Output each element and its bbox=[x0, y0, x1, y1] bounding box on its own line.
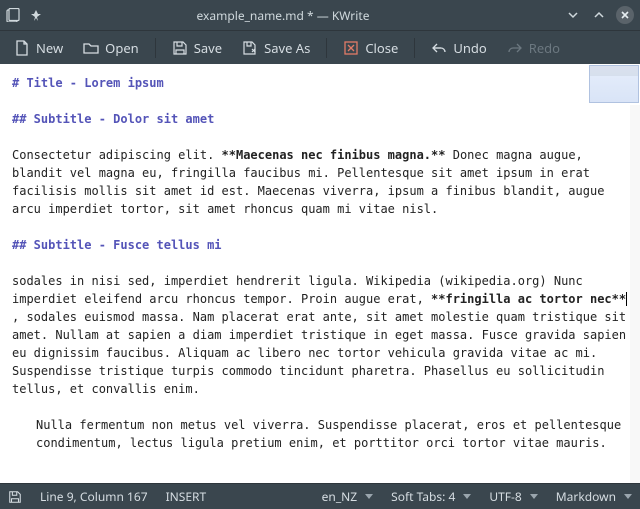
heading-2: ## Subtitle - Dolor sit amet bbox=[12, 112, 214, 126]
toolbar: New Open Save Save As Close bbox=[0, 30, 640, 64]
statusbar: Line 9, Column 167 INSERT en_NZ Soft Tab… bbox=[0, 483, 640, 509]
locale-selector[interactable]: en_NZ bbox=[322, 488, 374, 505]
paragraph-text: Consectetur adipiscing elit. bbox=[12, 148, 222, 162]
open-button[interactable]: Open bbox=[75, 35, 147, 61]
toolbar-separator bbox=[326, 38, 327, 58]
paragraph-text: , sodales euismod massa. Nam placerat er… bbox=[12, 310, 633, 396]
bold-text: fringilla ac tortor nec bbox=[445, 292, 611, 306]
maximize-icon[interactable] bbox=[590, 6, 608, 24]
app-window: example_name.md * — KWrite New Open bbox=[0, 0, 640, 509]
minimap[interactable] bbox=[589, 65, 639, 103]
undo-button[interactable]: Undo bbox=[423, 35, 494, 61]
toolbar-separator bbox=[414, 38, 415, 58]
redo-button[interactable]: Redo bbox=[499, 35, 568, 61]
toolbar-label: Save bbox=[194, 39, 222, 57]
toolbar-label: Open bbox=[105, 39, 139, 57]
editor[interactable]: # Title - Lorem ipsum ## Subtitle - Dolo… bbox=[0, 64, 640, 483]
bold-text: Maecenas nec finibus magna. bbox=[236, 148, 431, 162]
cursor-position[interactable]: Line 9, Column 167 bbox=[40, 488, 148, 505]
encoding-selector[interactable]: UTF-8 bbox=[489, 488, 537, 505]
pin-icon[interactable] bbox=[30, 9, 42, 21]
close-button[interactable]: Close bbox=[335, 35, 406, 61]
save-icon bbox=[172, 40, 188, 56]
heading-1: # Title - Lorem ipsum bbox=[12, 76, 164, 90]
folder-open-icon bbox=[83, 40, 99, 56]
save-status-icon[interactable] bbox=[8, 490, 22, 504]
indent-selector[interactable]: Soft Tabs: 4 bbox=[391, 488, 471, 505]
insert-mode[interactable]: INSERT bbox=[166, 488, 207, 505]
undo-icon bbox=[431, 40, 447, 56]
new-file-icon bbox=[14, 40, 30, 56]
heading-2: ## Subtitle - Fusce tellus mi bbox=[12, 238, 222, 252]
app-menu-icon[interactable] bbox=[6, 8, 20, 22]
toolbar-label: Save As bbox=[264, 39, 310, 57]
toolbar-label: Undo bbox=[453, 39, 486, 57]
toolbar-label: Redo bbox=[529, 39, 560, 57]
bold-marker: ** bbox=[431, 292, 445, 306]
saveas-button[interactable]: Save As bbox=[234, 35, 318, 61]
window-title: example_name.md * — KWrite bbox=[42, 7, 564, 24]
bold-marker: ** bbox=[431, 148, 445, 162]
close-window-icon[interactable] bbox=[616, 6, 634, 24]
saveas-icon bbox=[242, 40, 258, 56]
bold-marker: ** bbox=[222, 148, 236, 162]
toolbar-label: New bbox=[36, 39, 63, 57]
bold-marker: ** bbox=[612, 292, 626, 306]
syntax-selector[interactable]: Markdown bbox=[556, 488, 632, 505]
minimize-icon[interactable] bbox=[564, 6, 582, 24]
redo-icon bbox=[507, 40, 523, 56]
editor-content[interactable]: # Title - Lorem ipsum ## Subtitle - Dolo… bbox=[0, 64, 640, 462]
blockquote-text: Nulla fermentum non metus vel viverra. S… bbox=[12, 416, 632, 452]
text-cursor bbox=[626, 292, 627, 306]
close-doc-icon bbox=[343, 40, 359, 56]
titlebar: example_name.md * — KWrite bbox=[0, 0, 640, 30]
vertical-scrollbar[interactable] bbox=[630, 105, 640, 483]
save-button[interactable]: Save bbox=[164, 35, 230, 61]
toolbar-separator bbox=[155, 38, 156, 58]
new-button[interactable]: New bbox=[6, 35, 71, 61]
toolbar-label: Close bbox=[365, 39, 398, 57]
